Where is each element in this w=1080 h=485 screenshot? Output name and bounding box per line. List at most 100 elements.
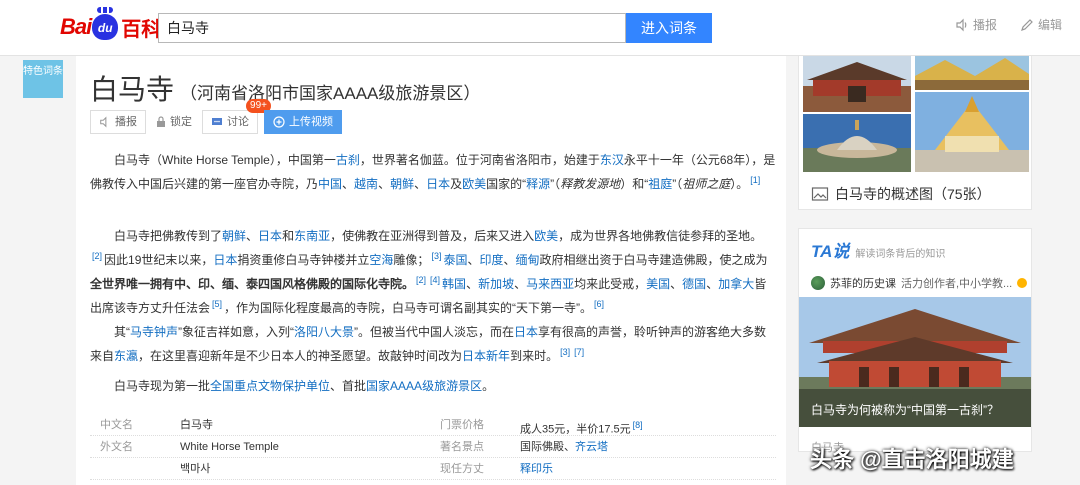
search-input[interactable]: 白马寺 (158, 13, 626, 43)
read-aloud-button[interactable]: 播报 (955, 16, 997, 33)
link-qiyun-pagoda[interactable]: 齐云塔 (575, 441, 608, 453)
entry-title-block: 白马寺 （河南省洛阳市国家AAAA级旅游景区） (90, 68, 480, 108)
basic-info-table: 中文名 白马寺 门票价格 成人35元，半价17.5元 [8] 外文名 White … (90, 414, 776, 480)
album-photo[interactable] (915, 56, 1029, 90)
link-germany[interactable]: 德国 (682, 277, 706, 291)
entry-toolbar: 播报 锁定 讨论 99+ 上传视频 (90, 99, 342, 134)
ta-shuo-panel: TA说 解读词条背后的知识 苏菲的历史课 活力创作者,中小学教... 白马寺为何… (798, 228, 1032, 454)
link-korea[interactable]: 朝鲜 (390, 177, 414, 191)
album-photo[interactable] (803, 114, 911, 172)
enter-entry-button[interactable]: 进入词条 (626, 13, 712, 43)
ta-author[interactable]: 苏菲的历史课 活力创作者,中小学教... (811, 275, 1028, 291)
summary-paragraph-2: 白马寺把佛教传到了朝鲜、日本和东南亚，使佛教在亚洲得到普及，后来又进入欧美，成为… (90, 229, 768, 315)
citation-ref[interactable]: [2] (416, 275, 426, 285)
album-caption-label: 白马寺的概述图（75张） (835, 186, 991, 202)
link-zuting[interactable]: 祖庭 (648, 177, 672, 191)
link-national-heritage[interactable]: 全国重点文物保护单位 (210, 379, 330, 393)
overview-album[interactable]: 白马寺的概述图（75张） (798, 56, 1032, 210)
edit-label: 编辑 (1038, 18, 1063, 32)
page-subtitle: （河南省洛阳市国家AAAA级旅游景区） (180, 84, 481, 103)
pencil-icon (1021, 18, 1033, 31)
ta-article-title[interactable]: 白马寺为何被称为“中国第一古刹”？ (811, 401, 999, 418)
summary-paragraph-3: 其“马寺钟声”象征吉祥如意，入列“洛阳八大景”。但被当代中国人淡忘，而在日本享有… (90, 325, 767, 363)
info-row: 中文名 白马寺 门票价格 成人35元，半价17.5元 [8] (90, 414, 776, 436)
ta-author-desc: 活力创作者,中小学教... (901, 278, 1013, 290)
link-korea[interactable]: 朝鲜 (222, 229, 246, 243)
citation-ref[interactable]: [5] (212, 299, 222, 309)
paw-icon: du (92, 7, 119, 40)
link-usa[interactable]: 美国 (646, 277, 670, 291)
citation-ref[interactable]: [3] (431, 251, 441, 261)
chat-icon (212, 118, 222, 125)
plus-circle-icon (273, 116, 285, 128)
info-row: 外文名 White Horse Temple 著名景点 国际佛殿、齐云塔 (90, 436, 776, 458)
link-south-korea[interactable]: 韩国 (442, 277, 466, 291)
link-bell-sound[interactable]: 马寺钟声 (130, 325, 178, 339)
info-value: 释印乐 (508, 458, 770, 479)
summary-paragraph-4: 白马寺现为第一批全国重点文物保护单位、首批国家AAAA级旅游景区。 (114, 379, 495, 393)
link-aaaa-scenic[interactable]: 国家AAAA级旅游景区 (366, 379, 482, 393)
link-china[interactable]: 中国 (318, 177, 342, 191)
link-japan[interactable]: 日本 (426, 177, 450, 191)
page-title: 白马寺 (90, 73, 175, 106)
logo-text-bai: Bai (60, 14, 92, 39)
info-label: 门票价格 (440, 419, 484, 431)
album-photo[interactable] (803, 56, 911, 112)
link-canada[interactable]: 加拿大 (718, 277, 754, 291)
link-japan[interactable]: 日本 (213, 253, 237, 267)
upload-video-label: 上传视频 (289, 116, 333, 128)
link-euro-america[interactable]: 欧美 (534, 229, 558, 243)
link-abbot[interactable]: 释印乐 (520, 463, 553, 475)
info-value: 白马寺 (180, 419, 213, 431)
link-india[interactable]: 印度 (479, 253, 503, 267)
watermark: 头条 @直击洛阳城建 (810, 447, 1014, 472)
link-southeast-asia[interactable]: 东南亚 (294, 229, 330, 243)
info-label (90, 458, 168, 479)
speaker-icon (100, 116, 107, 128)
lock-icon (157, 116, 165, 127)
link-shiyuan[interactable]: 释源 (526, 177, 550, 191)
ta-shuo-logo: TA说 (811, 242, 850, 261)
info-label: 中文名 (100, 419, 133, 431)
citation-ref[interactable]: [8] (633, 420, 643, 430)
citation-ref[interactable]: [2] (92, 251, 102, 261)
info-label: 著名景点 (440, 441, 484, 453)
link-singapore[interactable]: 新加坡 (478, 277, 514, 291)
image-icon (811, 187, 829, 201)
read-entry-label: 播报 (115, 116, 137, 128)
featured-entry-tab[interactable]: 特色词条 (23, 60, 63, 98)
link-kukai[interactable]: 空海 (369, 253, 393, 267)
link-vietnam[interactable]: 越南 (354, 177, 378, 191)
album-caption[interactable]: 白马寺的概述图（75张） (811, 184, 991, 204)
baidu-baike-logo[interactable]: Bai du 百科 (60, 7, 162, 42)
link-malaysia[interactable]: 马来西亚 (526, 277, 574, 291)
discuss-label: 讨论 (227, 116, 249, 128)
discuss-button[interactable]: 讨论 99+ (202, 99, 271, 134)
citation-ref[interactable]: [7] (574, 347, 584, 357)
lock-label: 锁定 (170, 116, 192, 128)
citation-ref[interactable]: [4] (430, 275, 440, 285)
link-japanese-new-year[interactable]: 日本新年 (462, 349, 510, 363)
link-japan[interactable]: 日本 (258, 229, 282, 243)
link-japan[interactable]: 日本 (514, 325, 538, 339)
info-value: 国际佛殿、齐云塔 (520, 441, 608, 453)
link-thailand[interactable]: 泰国 (443, 253, 467, 267)
upload-video-button[interactable]: 上传视频 (264, 110, 342, 134)
link-donghan[interactable]: 东汉 (600, 153, 624, 167)
read-entry-button[interactable]: 播报 (90, 110, 146, 134)
entry-main: 白马寺 （河南省洛阳市国家AAAA级旅游景区） 播报 锁定 讨论 99+ 上传视… (76, 56, 786, 485)
ta-shuo-desc: 解读词条背后的知识 (855, 249, 946, 260)
lock-button[interactable]: 锁定 (152, 110, 196, 134)
album-photo[interactable] (915, 92, 1029, 172)
info-value: White Horse Temple (180, 441, 279, 453)
citation-ref[interactable]: [3] (560, 347, 570, 357)
link-myanmar[interactable]: 缅甸 (516, 253, 540, 267)
link-euro-america[interactable]: 欧美 (462, 177, 486, 191)
citation-ref[interactable]: [6] (594, 299, 604, 309)
edit-button[interactable]: 编辑 (1020, 16, 1062, 33)
link-luoyang-eight-views[interactable]: 洛阳八大景 (294, 325, 354, 339)
logo-text-baike: 百科 (121, 18, 162, 41)
link-dongying[interactable]: 东瀛 (114, 349, 138, 363)
link-gucha[interactable]: 古刹 (336, 153, 360, 167)
citation-ref[interactable]: [1] (750, 175, 760, 185)
